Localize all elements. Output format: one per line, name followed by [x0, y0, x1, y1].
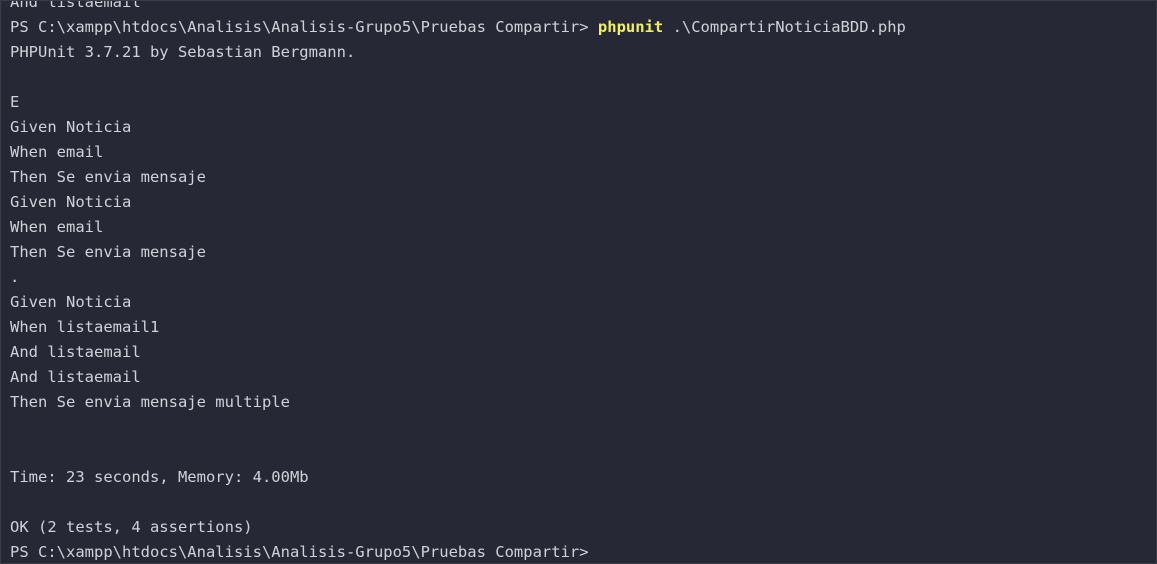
- command-args: .\CompartirNoticiaBDD.php: [663, 18, 906, 36]
- command-line: PS C:\xampp\htdocs\Analisis\Analisis-Gru…: [10, 15, 1156, 40]
- terminal-output: And listaemail PS C:\xampp\htdocs\Analis…: [10, 0, 1156, 563]
- output-line: And listaemail: [10, 343, 141, 361]
- test-result-error: E: [10, 93, 20, 111]
- phpunit-banner: PHPUnit 3.7.21 by Sebastian Bergmann.: [10, 43, 356, 61]
- output-line: Given Noticia: [10, 293, 132, 311]
- output-line: Given Noticia: [10, 193, 132, 211]
- test-result-pass: .: [10, 268, 20, 286]
- output-line: And listaemail: [10, 368, 141, 386]
- output-line: Given Noticia: [10, 118, 132, 136]
- output-line: Then Se envia mensaje multiple: [10, 393, 290, 411]
- output-line: When email: [10, 143, 104, 161]
- terminal-line-partial: And listaemail: [10, 0, 141, 11]
- output-line: When listaemail1: [10, 318, 160, 336]
- output-line: When email: [10, 218, 104, 236]
- time-memory-line: Time: 23 seconds, Memory: 4.00Mb: [10, 468, 309, 486]
- output-line: Then Se envia mensaje: [10, 243, 206, 261]
- final-prompt[interactable]: PS C:\xampp\htdocs\Analisis\Analisis-Gru…: [10, 540, 1156, 563]
- prompt: PS C:\xampp\htdocs\Analisis\Analisis-Gru…: [10, 18, 598, 36]
- output-line: Then Se envia mensaje: [10, 168, 206, 186]
- command-name: phpunit: [597, 18, 664, 36]
- terminal-window[interactable]: And listaemail PS C:\xampp\htdocs\Analis…: [0, 0, 1157, 564]
- test-summary: OK (2 tests, 4 assertions): [10, 518, 253, 536]
